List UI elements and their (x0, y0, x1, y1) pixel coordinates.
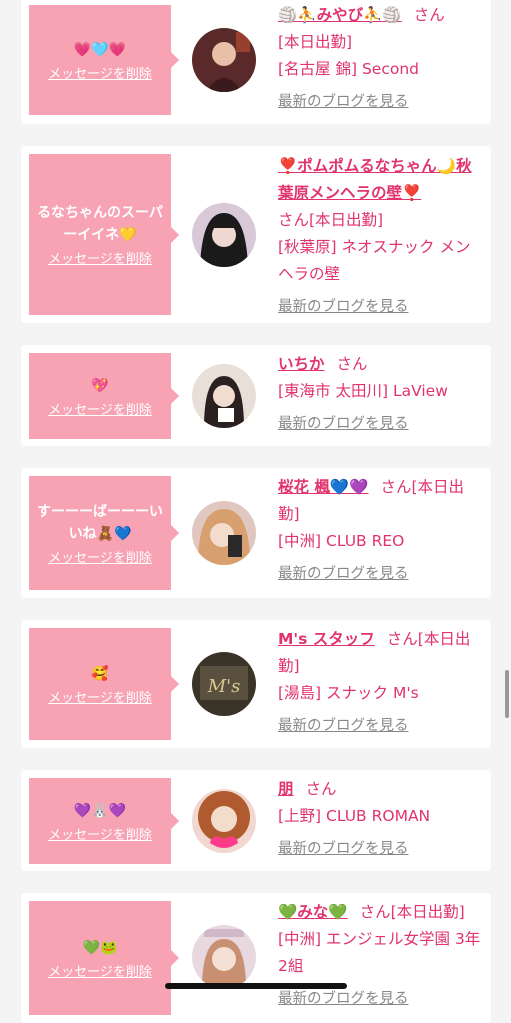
delete-message-link[interactable]: メッセージを削除 (48, 248, 152, 267)
avatar[interactable]: M's (192, 652, 256, 716)
latest-blog-link[interactable]: 最新のブログを見る (278, 294, 484, 321)
cast-info: 🏐⛹️みやび⛹️🏐 さん [本日出勤] [名古屋 錦] Second 最新のブログ… (278, 2, 484, 116)
status-text: [本日出勤] (278, 33, 353, 51)
message-text: すーーーばーーーいいね🧸💙 (37, 503, 163, 542)
avatar[interactable] (192, 925, 256, 989)
message-bubble: 💖 メッセージを削除 (29, 353, 179, 439)
home-indicator[interactable] (165, 983, 347, 989)
svg-text:M's: M's (207, 676, 241, 697)
message-text: 💜🐰💜 (73, 802, 127, 819)
delete-message-link[interactable]: メッセージを削除 (48, 961, 152, 980)
message-text: 🥰 (91, 665, 109, 682)
avatar[interactable] (192, 789, 256, 853)
latest-blog-link[interactable]: 最新のブログを見る (278, 836, 484, 863)
message-bubble: 💗🩵💗 メッセージを削除 (29, 5, 179, 115)
cast-info: 桜花 楓💙💜 さん[本日出勤] [中洲] CLUB REO 最新のブログを見る (278, 474, 484, 588)
cast-name-link[interactable]: 朋 (278, 780, 294, 798)
latest-blog-link[interactable]: 最新のブログを見る (278, 713, 484, 740)
cast-info: 💚みな💚 さん[本日出勤] [中洲] エンジェル女学園 3年2組 最新のブログを見… (278, 899, 484, 1013)
avatar[interactable] (192, 364, 256, 428)
latest-blog-link[interactable]: 最新のブログを見る (278, 411, 484, 438)
delete-message-link[interactable]: メッセージを削除 (48, 63, 152, 82)
cast-name-link[interactable]: 桜花 楓💙💜 (278, 478, 369, 496)
cast-info: ❣️ポムポムるなちゃん🌙秋葉原メンヘラの壁❣️ さん[本日出勤] [秋葉原] ネ… (278, 153, 484, 321)
cast-name-link[interactable]: 💚みな💚 (278, 903, 348, 921)
shop-text: [東海市 太田川] LaView (278, 382, 448, 400)
avatar[interactable] (192, 501, 256, 565)
message-bubble: すーーーばーーーいいね🧸💙 メッセージを削除 (29, 476, 179, 590)
list-item: 💜🐰💜 メッセージを削除 朋さん [上野] CLUB ROMAN 最新のブログを… (21, 770, 491, 871)
cast-info: 朋さん [上野] CLUB ROMAN 最新のブログを見る (278, 776, 484, 863)
honorific: さん (413, 6, 445, 24)
shop-text: [湯島] スナック M's (278, 684, 419, 702)
shop-text: [秋葉原] ネオスナック メンヘラの壁 (278, 238, 471, 283)
message-bubble: 💚🐸 メッセージを削除 (29, 901, 179, 1015)
list-item: すーーーばーーーいいね🧸💙 メッセージを削除 桜花 楓💙💜 さん[本日出勤] [中… (21, 468, 491, 598)
honorific: さん (305, 780, 337, 798)
cast-name-link[interactable]: M's スタッフ (278, 630, 375, 648)
delete-message-link[interactable]: メッセージを削除 (48, 399, 152, 418)
cast-info: M's スタッフ さん[本日出勤] [湯島] スナック M's 最新のブログを見る (278, 626, 484, 740)
delete-message-link[interactable]: メッセージを削除 (48, 687, 152, 706)
scrollbar[interactable] (505, 670, 509, 718)
cast-name-link[interactable]: 🏐⛹️みやび⛹️🏐 (278, 6, 402, 24)
delete-message-link[interactable]: メッセージを削除 (48, 547, 152, 566)
message-text: 💗🩵💗 (73, 41, 127, 58)
honorific: さん[本日出勤] (359, 903, 465, 921)
latest-blog-link[interactable]: 最新のブログを見る (278, 89, 484, 116)
list-item: 🥰 メッセージを削除 M's M's スタッフ さん[本日出勤] [湯島] スナッ… (21, 620, 491, 748)
avatar[interactable] (192, 203, 256, 267)
latest-blog-link[interactable]: 最新のブログを見る (278, 986, 484, 1013)
message-text: るなちゃんのスーパーイイネ💛 (37, 205, 163, 243)
message-bubble: 🥰 メッセージを削除 (29, 628, 179, 740)
message-text: 💚🐸 (82, 939, 118, 956)
cast-name-link[interactable]: いちか (278, 355, 325, 373)
message-bubble: るなちゃんのスーパーイイネ💛 メッセージを削除 (29, 154, 179, 315)
honorific: さん[本日出勤] (278, 211, 384, 229)
cast-info: いちか さん [東海市 太田川] LaView 最新のブログを見る (278, 351, 484, 438)
list-item: 💖 メッセージを削除 いちか さん [東海市 太田川] LaView 最新のブログ… (21, 345, 491, 446)
shop-text: [中洲] CLUB REO (278, 532, 405, 550)
list-item: 💗🩵💗 メッセージを削除 🏐⛹️みやび⛹️🏐 さん [本日出勤] [名古屋 錦] … (21, 0, 491, 124)
list-item: るなちゃんのスーパーイイネ💛 メッセージを削除 ❣️ポムポムるなちゃん🌙秋葉原メ… (21, 146, 491, 323)
avatar[interactable] (192, 28, 256, 92)
list-item: 💚🐸 メッセージを削除 💚みな💚 さん[本日出勤] [中洲] エンジェル女学園 3… (21, 893, 491, 1023)
latest-blog-link[interactable]: 最新のブログを見る (278, 561, 484, 588)
cast-name-link[interactable]: ❣️ポムポムるなちゃん🌙秋葉原メンヘラの壁❣️ (278, 157, 472, 202)
shop-text: [名古屋 錦] Second (278, 60, 419, 78)
shop-text: [上野] CLUB ROMAN (278, 807, 431, 825)
message-text: 💖 (91, 377, 109, 394)
shop-text: [中洲] エンジェル女学園 3年2組 (278, 930, 481, 975)
message-bubble: 💜🐰💜 メッセージを削除 (29, 778, 179, 864)
delete-message-link[interactable]: メッセージを削除 (48, 824, 152, 843)
honorific: さん (336, 355, 368, 373)
